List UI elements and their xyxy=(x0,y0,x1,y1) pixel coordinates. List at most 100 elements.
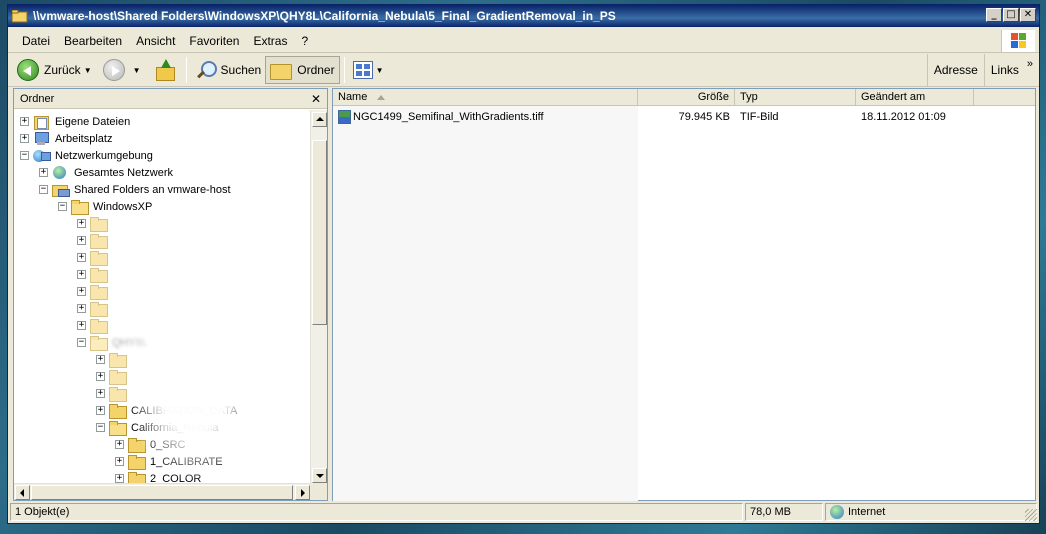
expand-icon[interactable]: + xyxy=(77,287,86,296)
expand-icon[interactable]: + xyxy=(96,389,105,398)
column-header-modified[interactable]: Geändert am xyxy=(856,89,974,106)
computer-icon xyxy=(33,132,49,145)
tree-item[interactable]: + Arbeitsplatz xyxy=(20,130,114,147)
expand-icon[interactable]: + xyxy=(20,117,29,126)
scroll-left-button[interactable] xyxy=(15,485,30,500)
tree-item[interactable]: − WindowsXP xyxy=(58,198,154,215)
status-size: 78,0 MB xyxy=(745,503,823,521)
column-header-type[interactable]: Typ xyxy=(735,89,856,106)
tree-item[interactable]: + xyxy=(77,249,114,266)
folders-label: Ordner xyxy=(297,63,335,77)
horizontal-scrollbar[interactable] xyxy=(14,483,311,500)
toolbar: Zurück ▼ ▼ Suchen Ordner ▼ xyxy=(8,54,1039,87)
tree-item[interactable]: +1_CALIBRATE xyxy=(115,453,225,470)
status-bar: 1 Objekt(e) 78,0 MB Internet xyxy=(8,501,1039,523)
collapse-icon[interactable]: − xyxy=(77,338,86,347)
minimize-button[interactable]: _ xyxy=(986,8,1002,22)
folders-icon xyxy=(270,61,293,80)
expand-icon[interactable]: + xyxy=(96,355,105,364)
title-bar[interactable]: \\vmware-host\Shared Folders\WindowsXP\Q… xyxy=(8,5,1039,27)
hscroll-thumb[interactable] xyxy=(31,485,293,500)
links-bar-toggle[interactable]: Links xyxy=(983,54,1025,87)
tree-item[interactable]: + xyxy=(77,266,114,283)
tree-item[interactable]: + xyxy=(77,300,114,317)
menu-ansicht[interactable]: Ansicht xyxy=(129,34,182,48)
menu-extras[interactable]: Extras xyxy=(246,34,294,48)
expand-icon[interactable]: + xyxy=(115,440,124,449)
expand-icon[interactable]: + xyxy=(96,406,105,415)
tree-item[interactable]: + xyxy=(96,351,133,368)
expand-icon[interactable]: + xyxy=(96,372,105,381)
file-name-cell: NGC1499_Semifinal_WithGradients.tiff xyxy=(333,109,638,124)
menu-help[interactable]: ? xyxy=(294,34,315,48)
mydocs-icon xyxy=(33,115,49,130)
collapse-icon[interactable]: − xyxy=(58,202,67,211)
forward-button[interactable]: ▼ xyxy=(99,56,148,84)
column-header-name[interactable]: Name xyxy=(333,89,638,106)
up-button[interactable] xyxy=(148,56,182,84)
tree-item-label: CALIBRATION_DATA xyxy=(131,404,238,417)
folder-icon xyxy=(90,268,108,283)
links-chevron-icon[interactable]: » xyxy=(1025,54,1039,87)
close-button[interactable]: ✕ xyxy=(1020,8,1036,22)
collapse-icon[interactable]: − xyxy=(39,185,48,194)
tree-item[interactable]: + Eigene Dateien xyxy=(20,113,132,130)
menu-bearbeiten[interactable]: Bearbeiten xyxy=(57,34,129,48)
close-folder-pane-icon[interactable]: ✕ xyxy=(308,92,324,106)
expand-icon[interactable]: + xyxy=(20,134,29,143)
file-row[interactable]: NGC1499_Semifinal_WithGradients.tiff 79.… xyxy=(333,108,1035,125)
column-header-extra[interactable] xyxy=(974,89,1034,106)
collapse-icon[interactable]: − xyxy=(20,151,29,160)
tree-item[interactable]: − QHY8L xyxy=(77,334,150,351)
scroll-thumb[interactable] xyxy=(312,140,327,325)
scroll-right-button[interactable] xyxy=(295,485,310,500)
views-icon xyxy=(352,61,373,79)
tree-item[interactable]: − California_Nebula xyxy=(96,419,220,436)
tree-item[interactable]: + xyxy=(77,215,114,232)
expand-icon[interactable]: + xyxy=(115,457,124,466)
tree-item[interactable]: + Gesamtes Netzwerk xyxy=(39,164,175,181)
back-button[interactable]: Zurück ▼ xyxy=(13,56,99,84)
globe-icon xyxy=(52,166,68,179)
expand-icon[interactable]: + xyxy=(39,168,48,177)
folders-button[interactable]: Ordner xyxy=(265,56,340,84)
tree-item[interactable]: +2_COLOR xyxy=(115,470,203,484)
tree-item[interactable]: + xyxy=(77,283,114,300)
status-object-count: 1 Objekt(e) xyxy=(10,503,743,521)
tree-item[interactable]: + CALIBRATION_DATA xyxy=(96,402,239,419)
tree-item-label: 1_CALIBRATE xyxy=(150,455,223,468)
tree-item[interactable]: + xyxy=(77,232,114,249)
expand-icon[interactable]: + xyxy=(77,219,86,228)
tree-item[interactable]: − Shared Folders an vmware-host xyxy=(39,181,233,198)
vertical-scrollbar[interactable] xyxy=(310,110,327,484)
tree-item[interactable]: − Netzwerkumgebung xyxy=(20,147,155,164)
back-dropdown-icon[interactable]: ▼ xyxy=(84,66,92,75)
search-button[interactable]: Suchen xyxy=(191,56,266,84)
tree-item[interactable]: +0_SRC xyxy=(115,436,187,453)
expand-icon[interactable]: + xyxy=(77,270,86,279)
forward-dropdown-icon[interactable]: ▼ xyxy=(133,66,141,75)
menu-favoriten[interactable]: Favoriten xyxy=(182,34,246,48)
forward-arrow-icon xyxy=(102,59,125,81)
tree-item[interactable]: + xyxy=(96,385,133,402)
scroll-down-button[interactable] xyxy=(312,468,327,483)
expand-icon[interactable]: + xyxy=(77,321,86,330)
expand-icon[interactable]: + xyxy=(77,304,86,313)
back-arrow-icon xyxy=(17,59,39,81)
expand-icon[interactable]: + xyxy=(77,253,86,262)
collapse-icon[interactable]: − xyxy=(96,423,105,432)
views-dropdown-icon[interactable]: ▼ xyxy=(376,66,384,75)
address-bar-toggle[interactable]: Adresse xyxy=(926,54,984,87)
maximize-button[interactable]: □ xyxy=(1003,8,1019,22)
column-header-size[interactable]: Größe xyxy=(638,89,735,106)
views-button[interactable]: ▼ xyxy=(349,56,391,84)
expand-icon[interactable]: + xyxy=(115,474,124,483)
tree-item[interactable]: + xyxy=(96,368,133,385)
menu-datei[interactable]: Datei xyxy=(15,34,57,48)
resize-grip[interactable] xyxy=(1025,509,1037,521)
folder-icon xyxy=(90,234,108,249)
scroll-up-button[interactable] xyxy=(312,112,327,127)
tree-item[interactable]: + xyxy=(77,317,114,334)
search-icon xyxy=(195,59,217,81)
expand-icon[interactable]: + xyxy=(77,236,86,245)
